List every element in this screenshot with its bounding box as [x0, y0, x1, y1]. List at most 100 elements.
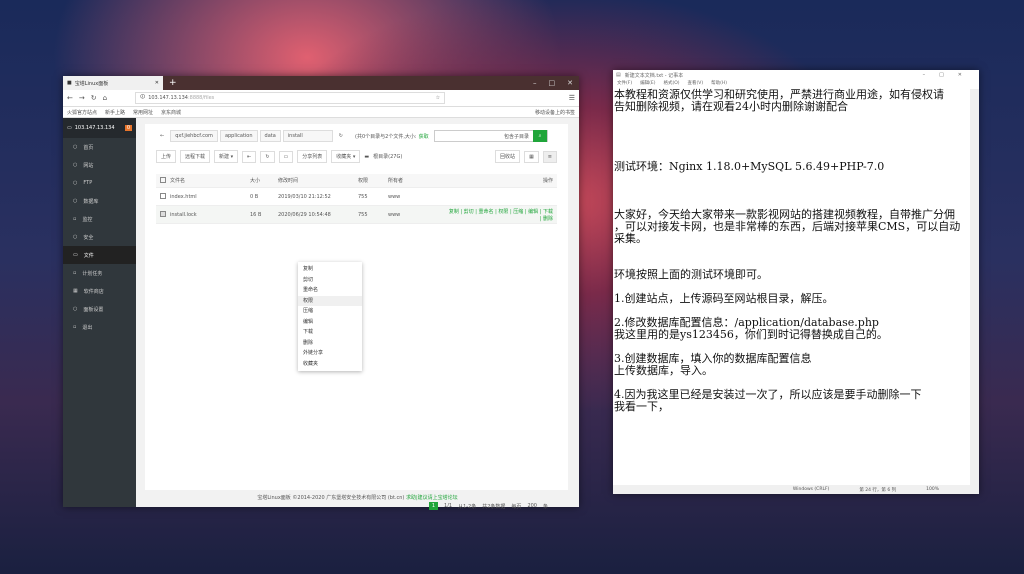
- close-tab-icon[interactable]: ✕: [155, 80, 159, 86]
- upload-button[interactable]: 上传: [156, 150, 177, 163]
- select-all-checkbox[interactable]: [160, 176, 166, 183]
- sidebar-item-logout[interactable]: ▫ 退出: [63, 318, 136, 336]
- window-controls[interactable]: –□✕: [923, 72, 976, 78]
- search-button[interactable]: ⌕: [533, 130, 547, 142]
- crumb[interactable]: data: [259, 130, 281, 142]
- file-perm[interactable]: 755: [358, 212, 388, 218]
- label: 安全: [83, 234, 94, 241]
- menu-item-download[interactable]: 下载: [298, 327, 362, 338]
- col-name[interactable]: 文件名: [170, 177, 250, 184]
- forward-icon[interactable]: →: [79, 94, 85, 102]
- text-editor[interactable]: 本教程和资源仅供学习和研究使用，严禁进行商业用途，如有侵权请 告知删除视频，请在…: [614, 89, 969, 485]
- favorites-button[interactable]: 收藏夹 ▾: [331, 150, 361, 163]
- list-view-icon[interactable]: ≡: [542, 150, 557, 163]
- sidebar-item-home[interactable]: ○ 首页: [63, 138, 136, 156]
- sidebar-item-monitor[interactable]: ▫ 监控: [63, 210, 136, 228]
- menu-item-compress[interactable]: 压缩: [298, 306, 362, 317]
- refresh-button[interactable]: ↻: [260, 150, 275, 163]
- favicon-icon: ■: [67, 80, 72, 86]
- file-table: 文件名 大小 修改时间 权限 所有者 操作 index.html 0 B 201…: [156, 174, 557, 224]
- crumb[interactable]: qxf.jiehbcf.com: [170, 130, 218, 142]
- recycle-bin-button[interactable]: 回收站: [495, 150, 521, 163]
- col-perm: 权限: [358, 178, 369, 184]
- new-tab-icon[interactable]: +: [169, 78, 177, 88]
- menu-icon[interactable]: ☰: [569, 94, 575, 102]
- bookmark[interactable]: 京东商城: [161, 109, 181, 116]
- menu-item-cut[interactable]: 剪切: [298, 275, 362, 286]
- subdir-checkbox[interactable]: 包含子目录: [504, 133, 529, 140]
- url-host: 103.147.13.134: [148, 95, 188, 101]
- per-page-select[interactable]: 200: [527, 503, 537, 509]
- browser-tab[interactable]: ■ 宝塔Linux面板 ✕: [63, 76, 163, 90]
- up-dir-button[interactable]: ⇤: [242, 150, 257, 163]
- share-list-button[interactable]: 分享列表: [297, 150, 328, 163]
- remote-download-button[interactable]: 远程下载: [180, 150, 211, 163]
- menu-item-share[interactable]: 外链分享: [298, 348, 362, 359]
- reload-icon[interactable]: ↻: [91, 94, 97, 102]
- sidebar-item-database[interactable]: ○ 数据库: [63, 192, 136, 210]
- new-button[interactable]: 新建 ▾: [214, 150, 239, 163]
- disk-icon: ▬: [364, 153, 370, 160]
- close-icon[interactable]: ✕: [567, 79, 573, 87]
- url-bar[interactable]: 🛈 103.147.13.134:8888/files ☆: [135, 92, 446, 104]
- file-name[interactable]: install.lock: [170, 212, 250, 218]
- root-dir[interactable]: 根目录(27G): [373, 153, 402, 160]
- sidebar: ▭ 103.147.13.134 0 ○ 首页 ○ 网站 ○ FTP ○ 数据库 ▫ 监控 ○…: [63, 118, 136, 507]
- bookmark[interactable]: 新手上路: [105, 109, 125, 116]
- label: 计划任务: [82, 270, 103, 277]
- crumb[interactable]: install: [282, 130, 333, 142]
- notification-badge[interactable]: 0: [124, 125, 132, 131]
- sidebar-item-security[interactable]: ○ 安全: [63, 228, 136, 246]
- maximize-icon[interactable]: □: [549, 79, 556, 87]
- menu-item-rename[interactable]: 重命名: [298, 285, 362, 296]
- mobile-bookmarks[interactable]: 移动设备上的书签: [535, 109, 575, 116]
- row-checkbox[interactable]: [160, 192, 166, 199]
- menu-item-permission[interactable]: 权限: [298, 295, 362, 306]
- grid-icon: ▦: [73, 288, 78, 294]
- cursor-position: 第 24 行，第 6 列: [859, 487, 897, 493]
- file-name[interactable]: index.html: [170, 194, 250, 200]
- breadcrumb: ← qxf.jiehbcf.com application data insta…: [156, 130, 429, 142]
- menu-item-copy[interactable]: 复制: [298, 264, 362, 275]
- sidebar-item-store[interactable]: ▦ 软件商店: [63, 282, 136, 300]
- pagination: 1 1/1 从1-2条 共2条数据 每页 200 条: [428, 502, 548, 510]
- grid-view-icon[interactable]: ▦: [524, 150, 539, 163]
- user-icon: ○: [73, 180, 78, 186]
- menu-item-edit[interactable]: 编辑: [298, 317, 362, 328]
- bookmark[interactable]: 火狐官方站点: [67, 109, 97, 116]
- back-icon[interactable]: ←: [67, 94, 73, 102]
- table-row[interactable]: index.html 0 B 2019/03/10 21:12:52 755 w…: [156, 188, 557, 206]
- minimize-icon[interactable]: –: [533, 79, 537, 87]
- tab-bar: ■ 宝塔Linux面板 ✕ + – □ ✕: [63, 76, 579, 90]
- file-ops[interactable]: 复制 | 剪切 | 重命名 | 权限 | 压缩 | 编辑 | 下载 | 删除: [448, 208, 557, 222]
- bookmark[interactable]: 常用网址: [133, 109, 153, 116]
- crumb[interactable]: application: [219, 130, 258, 142]
- sidebar-item-settings[interactable]: ○ 面板设置: [63, 300, 136, 318]
- forum-link[interactable]: 求助|建议请上宝塔论坛: [406, 495, 458, 501]
- menu-item-delete[interactable]: 删除: [298, 338, 362, 349]
- get-size-link[interactable]: 获取: [419, 133, 429, 140]
- scrollbar[interactable]: [970, 89, 979, 485]
- sidebar-item-ftp[interactable]: ○ FTP: [63, 174, 136, 192]
- table-row[interactable]: install.lock 16 B 2020/06/29 10:54:48 75…: [156, 206, 557, 224]
- col-size[interactable]: 大小: [250, 177, 278, 184]
- sidebar-item-files[interactable]: ▭ 文件: [63, 246, 136, 264]
- col-time[interactable]: 修改时间: [278, 177, 358, 184]
- search-input[interactable]: 包含子目录 ⌕: [434, 130, 548, 142]
- refresh-icon[interactable]: ↻: [335, 131, 347, 141]
- per-page-label: 每页: [511, 503, 522, 510]
- lock-icon: 🛈: [140, 94, 146, 100]
- folder-icon: ▭: [73, 252, 78, 258]
- back-arrow-icon[interactable]: ←: [156, 131, 168, 141]
- home-icon[interactable]: ⌂: [103, 94, 107, 102]
- row-checkbox[interactable]: [160, 210, 166, 217]
- sidebar-item-website[interactable]: ○ 网站: [63, 156, 136, 174]
- page-current[interactable]: 1: [428, 502, 439, 510]
- sidebar-item-cron[interactable]: ▫ 计划任务: [63, 264, 136, 282]
- database-icon: ○: [73, 198, 78, 204]
- terminal-button[interactable]: ▭: [278, 150, 294, 163]
- file-perm[interactable]: 755: [358, 194, 388, 200]
- monitor-icon: ▭: [67, 125, 72, 131]
- bookmark-star-icon[interactable]: ☆: [436, 95, 440, 101]
- menu-item-favorite[interactable]: 收藏夹: [298, 359, 362, 370]
